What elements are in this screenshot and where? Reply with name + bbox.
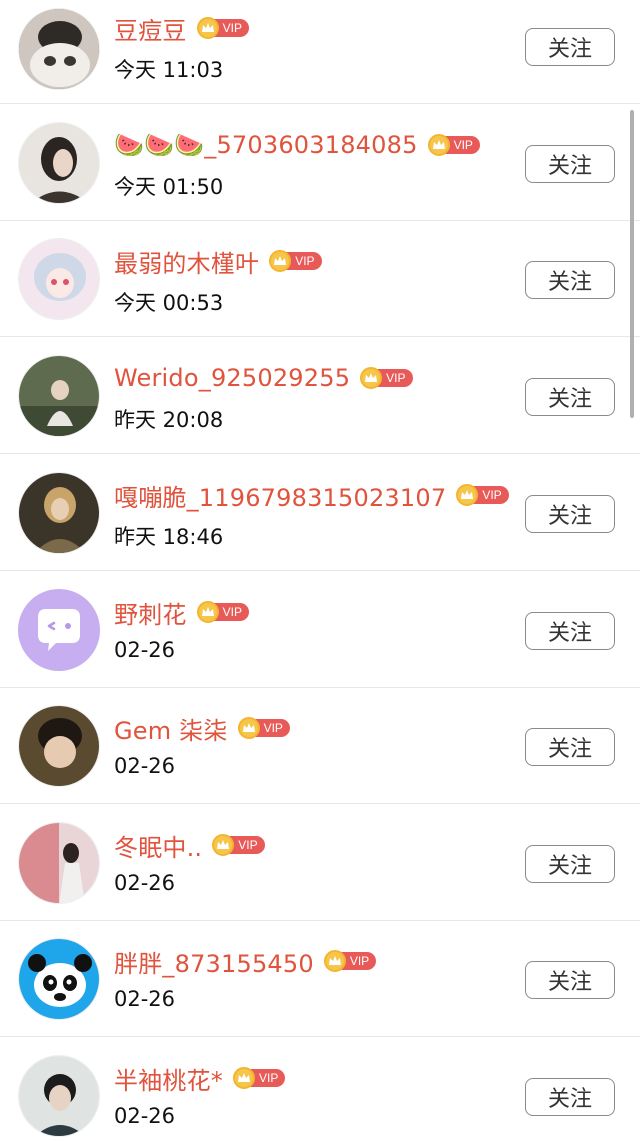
divider: [0, 1036, 640, 1037]
list-item[interactable]: 🍉🍉🍉_5703603184085 VIP 今天 01:50 关注: [0, 105, 640, 221]
timestamp: 02-26: [114, 1104, 176, 1128]
avatar[interactable]: [18, 938, 100, 1020]
list-item[interactable]: 半袖桃花* VIP 02-26 关注: [0, 1038, 640, 1141]
vip-badge: VIP: [269, 250, 322, 272]
list-item[interactable]: Werido_925029255 VIP 昨天 20:08 关注: [0, 338, 640, 454]
timestamp: 昨天 18:46: [114, 525, 224, 549]
follow-button[interactable]: 关注: [525, 378, 615, 416]
follow-button[interactable]: 关注: [525, 612, 615, 650]
crown-icon: [196, 17, 219, 39]
list-item[interactable]: 胖胖_873155450 VIP 02-26 关注: [0, 921, 640, 1037]
crown-icon: [323, 950, 346, 972]
timestamp: 02-26: [114, 638, 176, 662]
avatar[interactable]: [18, 822, 100, 904]
list-item[interactable]: 嘎嘣脆_1196798315023107 VIP 昨天 18:46 关注: [0, 455, 640, 571]
avatar[interactable]: [18, 1055, 100, 1137]
timestamp: 02-26: [114, 754, 176, 778]
avatar[interactable]: [18, 8, 100, 90]
follow-button[interactable]: 关注: [525, 28, 615, 66]
vip-badge: VIP: [196, 17, 249, 39]
user-name[interactable]: 最弱的木槿叶: [114, 244, 259, 279]
crown-icon: [196, 601, 219, 623]
user-name[interactable]: 半袖桃花*: [114, 1061, 223, 1096]
follow-button[interactable]: 关注: [525, 961, 615, 999]
avatar[interactable]: [18, 705, 100, 787]
divider: [0, 570, 640, 571]
list-item[interactable]: Gem 柒柒 VIP 02-26 关注: [0, 688, 640, 804]
vip-badge: VIP: [237, 717, 290, 739]
timestamp: 昨天 20:08: [114, 408, 224, 432]
timestamp: 今天 01:50: [114, 175, 224, 199]
crown-icon: [233, 1067, 255, 1089]
scrollbar[interactable]: [630, 110, 634, 418]
user-name[interactable]: Gem 柒柒: [114, 711, 228, 746]
list-item[interactable]: 野刺花 VIP 02-26 关注: [0, 572, 640, 688]
vip-badge: VIP: [456, 484, 509, 506]
timestamp: 今天 00:53: [114, 291, 224, 315]
vip-badge: VIP: [323, 950, 377, 972]
divider: [0, 103, 640, 104]
avatar[interactable]: [18, 122, 100, 204]
list-item[interactable]: 豆痘豆 VIP 今天 11:03 关注: [0, 0, 640, 104]
timestamp: 02-26: [114, 987, 176, 1011]
follow-button[interactable]: 关注: [525, 145, 615, 183]
user-name[interactable]: 胖胖_873155450: [114, 944, 314, 979]
user-name[interactable]: 🍉🍉🍉_5703603184085: [114, 131, 418, 159]
divider: [0, 336, 640, 337]
vip-badge: VIP: [196, 601, 249, 623]
user-name[interactable]: 野刺花: [114, 595, 187, 630]
divider: [0, 453, 640, 454]
user-name[interactable]: Werido_925029255: [114, 364, 350, 392]
follow-button[interactable]: 关注: [525, 728, 615, 766]
follow-button[interactable]: 关注: [525, 1078, 615, 1116]
vip-badge: VIP: [233, 1067, 286, 1089]
vip-badge: VIP: [427, 134, 480, 156]
avatar[interactable]: [18, 355, 100, 437]
timestamp: 02-26: [114, 871, 176, 895]
follow-button[interactable]: 关注: [525, 261, 615, 299]
follow-button[interactable]: 关注: [525, 495, 615, 533]
list-item[interactable]: 冬眠中.. VIP 02-26 关注: [0, 805, 640, 921]
crown-icon: [427, 134, 450, 156]
user-name[interactable]: 冬眠中..: [114, 828, 202, 863]
avatar[interactable]: [18, 472, 100, 554]
list-item[interactable]: 最弱的木槿叶 VIP 今天 00:53 关注: [0, 221, 640, 337]
user-name[interactable]: 嘎嘣脆_1196798315023107: [114, 478, 446, 513]
follow-button[interactable]: 关注: [525, 845, 615, 883]
crown-icon: [360, 367, 383, 389]
crown-icon: [237, 717, 260, 739]
avatar[interactable]: [18, 589, 100, 671]
user-name[interactable]: 豆痘豆: [114, 11, 187, 46]
vip-badge: VIP: [360, 367, 413, 389]
divider: [0, 803, 640, 804]
timestamp: 今天 11:03: [114, 58, 224, 82]
avatar[interactable]: [18, 238, 100, 320]
vip-badge: VIP: [212, 834, 265, 856]
